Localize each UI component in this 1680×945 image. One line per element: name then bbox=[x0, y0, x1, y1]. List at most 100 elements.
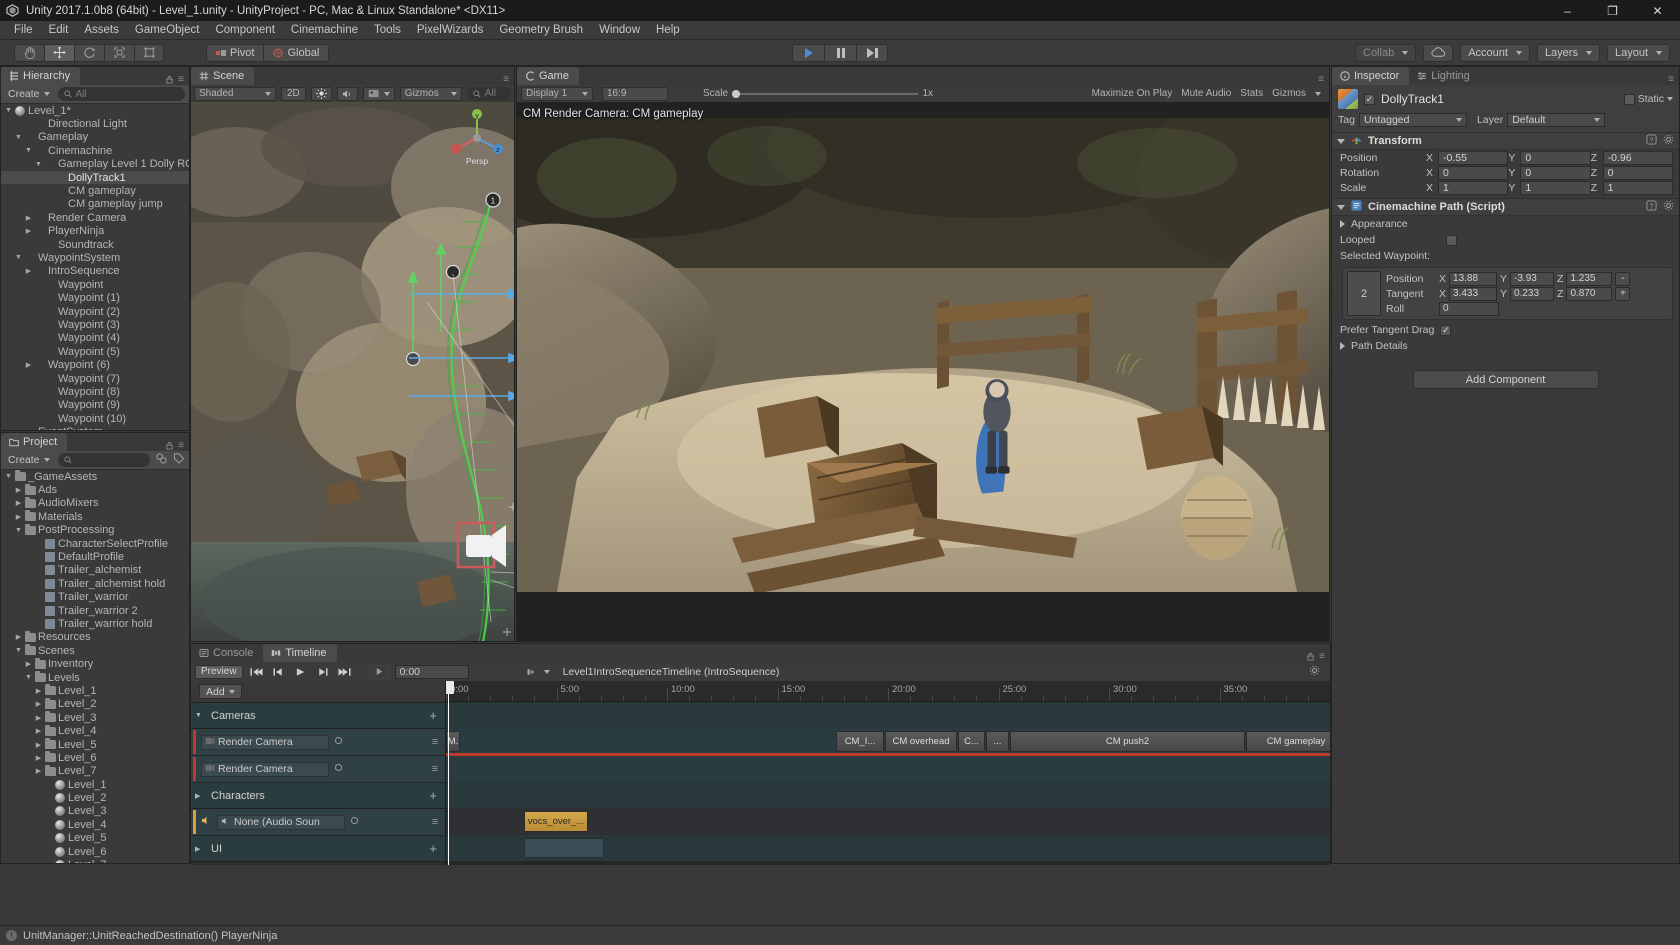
prev-frame-button[interactable] bbox=[271, 665, 287, 679]
timeline-playhead[interactable] bbox=[446, 681, 454, 865]
track-menu-icon[interactable]: ≡ bbox=[432, 736, 438, 748]
timeline-tab-menu[interactable]: ≡ bbox=[1306, 651, 1330, 662]
pause-button[interactable] bbox=[824, 43, 856, 62]
next-frame-button[interactable] bbox=[315, 665, 331, 679]
game-viewport[interactable]: CM Render Camera: CM gameplay bbox=[517, 102, 1329, 641]
track-add-button[interactable]: + bbox=[429, 788, 437, 803]
collab-button[interactable]: Collab bbox=[1355, 43, 1417, 62]
disclosure-closed-icon[interactable]: ▶ bbox=[13, 513, 24, 521]
maximize-button[interactable]: ❐ bbox=[1590, 0, 1635, 21]
project-item[interactable]: ▼ _GameAssets bbox=[1, 470, 189, 483]
track-disclosure-icon[interactable]: ▶ bbox=[195, 792, 205, 800]
scene-gizmos-dropdown[interactable]: Gizmos bbox=[399, 86, 462, 101]
scene-search-input[interactable]: All bbox=[466, 86, 511, 101]
menu-item-gameobject[interactable]: GameObject bbox=[127, 21, 208, 40]
menu-item-pixelwizards[interactable]: PixelWizards bbox=[409, 21, 491, 40]
track-lock-icon[interactable] bbox=[334, 736, 343, 748]
hierarchy-item[interactable]: ▼ Gameplay Level 1 Dolly RO bbox=[1, 158, 189, 171]
hierarchy-item[interactable]: Soundtrack bbox=[1, 238, 189, 251]
project-item[interactable]: ▶ Level_7 bbox=[1, 764, 189, 778]
timeline-ui-clip[interactable] bbox=[524, 838, 604, 858]
stats-toggle[interactable]: Stats bbox=[1240, 88, 1263, 99]
scene-audio-toggle[interactable] bbox=[336, 86, 358, 101]
project-create-button[interactable]: Create bbox=[5, 454, 53, 466]
project-item[interactable]: Level_6 bbox=[1, 845, 189, 858]
menu-item-edit[interactable]: Edit bbox=[41, 21, 77, 40]
menu-item-cinemachine[interactable]: Cinemachine bbox=[283, 21, 366, 40]
panel-menu-icon[interactable]: ≡ bbox=[1668, 74, 1674, 85]
waypoint-index[interactable]: 2 bbox=[1347, 271, 1381, 316]
tab-inspector[interactable]: Inspector bbox=[1332, 67, 1410, 85]
menu-item-tools[interactable]: Tools bbox=[366, 21, 409, 40]
hierarchy-item[interactable]: CM gameplay jump bbox=[1, 198, 189, 211]
timeline-asset-selector[interactable]: Level1IntroSequenceTimeline (IntroSequen… bbox=[527, 666, 779, 678]
status-bar[interactable]: ! UnitManager::UnitReachedDestination() … bbox=[0, 925, 1680, 945]
disclosure-closed-icon[interactable]: ▶ bbox=[23, 267, 34, 275]
project-item[interactable]: ▶ Ads bbox=[1, 483, 189, 496]
tab-lighting[interactable]: Lighting bbox=[1409, 67, 1480, 85]
scene-effects-toggle[interactable] bbox=[362, 86, 395, 101]
pivot-toggle-button[interactable]: Pivot bbox=[206, 43, 264, 62]
axis-value-field[interactable]: 0 bbox=[1438, 165, 1509, 180]
minimize-button[interactable]: – bbox=[1545, 0, 1590, 21]
project-item[interactable]: ▶ Level_6 bbox=[1, 751, 189, 764]
timeline-clip-area[interactable]: M. CM_I... CM overhead C...... CM push2 CM ga… bbox=[446, 702, 1330, 865]
timeline-ruler[interactable]: 0:005:0010:0015:0020:0025:0030:0035:0040… bbox=[446, 681, 1330, 702]
game-aspect-dropdown[interactable]: 16:9 bbox=[602, 86, 668, 101]
menu-item-help[interactable]: Help bbox=[648, 21, 688, 40]
disclosure-closed-icon[interactable]: ▶ bbox=[13, 633, 24, 641]
project-item[interactable]: Level_5 bbox=[1, 832, 189, 845]
project-item[interactable]: ▼ Levels bbox=[1, 671, 189, 684]
disclosure-closed-icon[interactable]: ▶ bbox=[33, 687, 44, 695]
hierarchy-item[interactable]: Waypoint (2) bbox=[1, 305, 189, 318]
tab-project[interactable]: Project bbox=[1, 433, 68, 451]
axis-value-field[interactable]: -0.96 bbox=[1602, 150, 1673, 165]
track-binding-field[interactable]: Render Camera bbox=[201, 761, 329, 777]
hierarchy-item[interactable]: Directional Light bbox=[1, 117, 189, 130]
project-item[interactable]: Trailer_alchemist bbox=[1, 564, 189, 577]
track-animation[interactable]: Render Camera ≡ bbox=[191, 756, 445, 783]
disclosure-closed-icon[interactable]: ▶ bbox=[23, 214, 34, 222]
hierarchy-item[interactable]: ▼ Level_1* bbox=[1, 104, 189, 117]
disclosure-closed-icon[interactable]: ▶ bbox=[13, 486, 24, 494]
rotate-tool-button[interactable] bbox=[74, 43, 104, 62]
layer-dropdown[interactable]: Default bbox=[1507, 113, 1606, 127]
disclosure-open-icon[interactable]: ▼ bbox=[3, 473, 14, 480]
axis-value-field[interactable]: 0 bbox=[1520, 150, 1591, 165]
timeline-time-field[interactable]: 0:00 bbox=[394, 664, 469, 679]
loop-button[interactable] bbox=[368, 664, 389, 679]
path-details-foldout[interactable]: Path Details bbox=[1332, 338, 1679, 354]
track-add-button[interactable]: + bbox=[429, 708, 437, 723]
maximize-on-play-toggle[interactable]: Maximize On Play bbox=[1092, 88, 1173, 99]
scene-axis-gizmo[interactable]: y z Persp bbox=[446, 108, 508, 176]
hierarchy-item[interactable]: Waypoint (1) bbox=[1, 291, 189, 304]
waypoint-tangent-z[interactable]: 0.870 bbox=[1566, 286, 1613, 301]
disclosure-closed-icon[interactable]: ▶ bbox=[23, 361, 34, 369]
waypoint-tangent-y[interactable]: 0.233 bbox=[1510, 286, 1555, 301]
gameobject-name-field[interactable]: DollyTrack1 bbox=[1381, 92, 1444, 106]
timeline-tracks-area[interactable]: 0:005:0010:0015:0020:0025:0030:0035:0040… bbox=[446, 681, 1330, 865]
game-scale-slider[interactable]: Scale 1x bbox=[703, 88, 933, 99]
hierarchy-item[interactable]: ▼ Cinemachine bbox=[1, 144, 189, 157]
project-item[interactable]: ▶ Inventory bbox=[1, 657, 189, 670]
menu-item-window[interactable]: Window bbox=[591, 21, 648, 40]
transform-component-header[interactable]: Transform ? bbox=[1332, 132, 1679, 150]
timeline-clip[interactable]: CM push2 bbox=[1010, 731, 1245, 752]
project-item[interactable]: ▶ Resources bbox=[1, 630, 189, 644]
track-animation[interactable]: Render Camera ≡ bbox=[191, 729, 445, 756]
hierarchy-item[interactable]: EventSystem bbox=[1, 425, 189, 430]
project-item[interactable]: ▶ Level_2 bbox=[1, 697, 189, 711]
hierarchy-item[interactable]: Waypoint (10) bbox=[1, 412, 189, 425]
hierarchy-item[interactable]: Waypoint (8) bbox=[1, 385, 189, 398]
track-disclosure-icon[interactable]: ▶ bbox=[195, 845, 205, 853]
disclosure-open-icon[interactable]: ▼ bbox=[3, 107, 14, 114]
hierarchy-item[interactable]: ▼ Gameplay bbox=[1, 131, 189, 144]
project-item[interactable]: Trailer_warrior 2 bbox=[1, 604, 189, 617]
transform-help-icon[interactable]: ? bbox=[1646, 134, 1657, 148]
foldout-closed-icon[interactable] bbox=[1340, 220, 1345, 228]
path-help-icon[interactable]: ? bbox=[1646, 200, 1657, 214]
hierarchy-item[interactable]: Waypoint (4) bbox=[1, 332, 189, 345]
disclosure-open-icon[interactable]: ▼ bbox=[13, 254, 24, 261]
project-item[interactable]: ▶ Level_4 bbox=[1, 724, 189, 737]
tab-timeline[interactable]: Timeline bbox=[263, 644, 337, 662]
